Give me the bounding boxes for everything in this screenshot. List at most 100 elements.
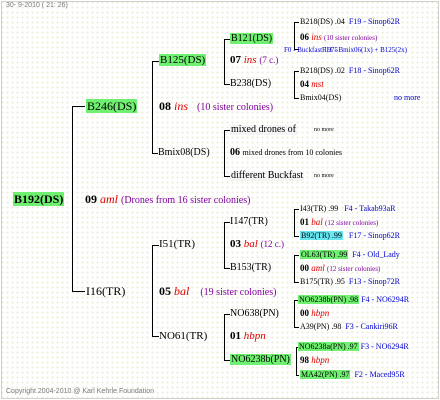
gen4-ref: F3 - Cankiri96R bbox=[345, 322, 398, 331]
gen2-i51-id[interactable]: I51(TR) bbox=[159, 238, 195, 250]
gen4-note: (10 sister colonies) bbox=[324, 34, 378, 42]
gen4-year: .99 bbox=[328, 204, 339, 213]
gen3-i147[interactable]: I147(TR) bbox=[230, 217, 268, 227]
gen4-row-13: 00 aml (12 sister colonies) bbox=[300, 264, 380, 273]
gen2-bmix08-id[interactable]: Bmix08(DS) bbox=[158, 147, 210, 158]
gen4-note: (12 sister colonies) bbox=[327, 265, 381, 273]
gen3-b153[interactable]: B153(TR) bbox=[230, 263, 271, 273]
gen1-mother-node[interactable]: B246(DS) bbox=[86, 99, 138, 113]
gen4-row-19: 98 hbpn bbox=[300, 356, 329, 365]
gen2-i51-year: 03 bbox=[230, 238, 241, 250]
connector bbox=[72, 106, 85, 107]
connector bbox=[294, 209, 295, 237]
gen2-b125-note: (7 c.) bbox=[259, 55, 279, 65]
gen1-father-queen-type: bal bbox=[174, 284, 190, 298]
connector bbox=[294, 209, 299, 210]
gen1-father-node[interactable]: I16(TR) bbox=[86, 285, 125, 297]
gen4-year: 00 bbox=[300, 308, 309, 318]
gen2-i51-node[interactable]: I51(TR) bbox=[159, 239, 195, 250]
no-more-label: no more bbox=[314, 173, 334, 179]
connector bbox=[152, 336, 159, 337]
connector bbox=[294, 282, 299, 283]
gen4-year: .98 bbox=[331, 322, 342, 331]
connector bbox=[296, 375, 299, 376]
gen3-no638-id[interactable]: NO638(PN) bbox=[230, 308, 279, 319]
gen4-row-15[interactable]: NO6238b(PN) .98 F4 - NO6294R bbox=[298, 295, 409, 304]
connector bbox=[224, 130, 225, 177]
gen3-i147-id[interactable]: I147(TR) bbox=[230, 216, 268, 227]
gen4-id: NO6238a(PN) bbox=[299, 342, 346, 351]
gen4-row-20[interactable]: MA42(PN) .97 F2 - Maced95R bbox=[300, 370, 405, 379]
gen4-queen-type: hbpn bbox=[311, 308, 330, 318]
connector bbox=[294, 71, 295, 99]
copyright-footer: Copyright 2004-2010 @ Karl Kehrle Founda… bbox=[6, 388, 154, 395]
gen4-row-1[interactable]: B218(DS) .04 F19 - Sinop62R bbox=[300, 18, 400, 26]
gen3-no6238b-id[interactable]: NO6238b(PN) bbox=[230, 354, 291, 365]
connector bbox=[294, 300, 295, 328]
gen4-row-14[interactable]: B175(TR) .95 F13 - Sinop72R bbox=[300, 278, 400, 286]
gen4-row-11[interactable]: B92(TR) .99 F17 - Sinop62R bbox=[300, 231, 400, 240]
gen3-mixed-drones: mixed drones of bbox=[230, 125, 297, 135]
gen2-b125-queen-type: ins bbox=[243, 54, 257, 66]
root-info: 09 aml (Drones from 16 sister colonies) bbox=[85, 193, 250, 206]
gen2-b125-node[interactable]: B125(DS) bbox=[159, 54, 207, 66]
gen4-year: .99 bbox=[331, 231, 342, 240]
gen4-row-3b: F11 - Bmix06(1x) + B125(2x) bbox=[322, 47, 407, 54]
gen4-note: (12 sister colonies) bbox=[325, 219, 379, 227]
gen4-note: no more bbox=[394, 93, 421, 102]
gen4-queen-type: bal bbox=[311, 217, 323, 227]
gen3-b121[interactable]: B121(DS) bbox=[230, 33, 274, 44]
gen4-row-16: 00 hbpn bbox=[300, 309, 329, 318]
gen4-year: 00 bbox=[300, 263, 309, 273]
gen4-year: .97 bbox=[347, 342, 358, 351]
gen2-no61-id[interactable]: NO61(TR) bbox=[159, 330, 207, 342]
gen3-b153-id[interactable]: B153(TR) bbox=[230, 262, 271, 273]
gen4-row-9[interactable]: I43(TR) .99 F4 - Takab93aR bbox=[300, 205, 396, 213]
gen3-b238-id[interactable]: B238(DS) bbox=[230, 78, 271, 89]
gen2-b125-id[interactable]: B125(DS) bbox=[159, 54, 207, 66]
gen4-row-4[interactable]: B218(DS) .02 F18 - Sinop62R bbox=[300, 67, 400, 75]
gen4-ref: F3 - NO6294R bbox=[360, 342, 409, 351]
gen4-row-2: 06 ins (10 sister colonies) bbox=[300, 33, 377, 42]
gen3-b238[interactable]: B238(DS) bbox=[230, 79, 271, 89]
gen1-mother-info: 08 ins (10 sister colonies) bbox=[159, 100, 273, 113]
gen4-row-18[interactable]: NO6238a(PN) .97 F3 - NO6294R bbox=[298, 342, 409, 351]
connector bbox=[224, 222, 225, 269]
gen4-row-12[interactable]: OL63(TR) .99 F4 - Old_Lady bbox=[300, 250, 400, 259]
gen3-different-buckfast: different Buckfast bbox=[230, 171, 305, 181]
root-year: 09 bbox=[85, 192, 97, 206]
gen3-mixed-drones-label: mixed drones of bbox=[231, 124, 296, 135]
gen1-mother-id[interactable]: B246(DS) bbox=[86, 99, 138, 113]
connector bbox=[296, 347, 297, 376]
gen2-i51-queen-type: bal bbox=[243, 238, 258, 250]
gen2-b125-year: 07 bbox=[230, 54, 241, 66]
gen3-no6238b[interactable]: NO6238b(PN) bbox=[230, 354, 291, 365]
gen4-year: .99 bbox=[337, 250, 348, 259]
gen2-no61-node[interactable]: NO61(TR) bbox=[159, 331, 207, 342]
root-id[interactable]: B192(DS) bbox=[13, 192, 65, 206]
gen3-b121-id[interactable]: B121(DS) bbox=[230, 33, 274, 44]
gen1-mother-queen-type: ins bbox=[174, 99, 189, 113]
connector bbox=[224, 314, 225, 361]
connector bbox=[294, 71, 299, 72]
connector bbox=[152, 245, 153, 337]
connector bbox=[294, 98, 299, 99]
connector bbox=[294, 255, 299, 256]
gen4-year: 04 bbox=[300, 79, 309, 89]
root-node[interactable]: B192(DS) bbox=[13, 192, 65, 206]
gen4-row-17[interactable]: A39(PN) .98 F3 - Cankiri96R bbox=[300, 323, 398, 331]
gen4-row-6[interactable]: Bmix04(DS) bbox=[300, 94, 341, 102]
gen4-ref: F13 - Sinop72R bbox=[348, 277, 401, 286]
connector bbox=[294, 236, 299, 237]
gen1-mother-year: 08 bbox=[159, 99, 171, 113]
gen4-row-10: 01 bal (12 sister colonies) bbox=[300, 218, 378, 227]
gen3-no638[interactable]: NO638(PN) bbox=[230, 309, 279, 319]
root-queen-type: aml bbox=[100, 192, 118, 206]
gen1-father-id[interactable]: I16(TR) bbox=[86, 284, 125, 298]
gen4-id: MA42(PN) bbox=[301, 370, 338, 379]
gen1-father-year: 05 bbox=[159, 284, 171, 298]
gen4-id: B218(DS) bbox=[300, 17, 333, 26]
gen4-ref: F19 - Sinop62R bbox=[348, 17, 401, 26]
gen2-no61-info: 01 hbpn bbox=[230, 331, 266, 342]
gen2-bmix08-node[interactable]: Bmix08(DS) bbox=[158, 148, 210, 158]
